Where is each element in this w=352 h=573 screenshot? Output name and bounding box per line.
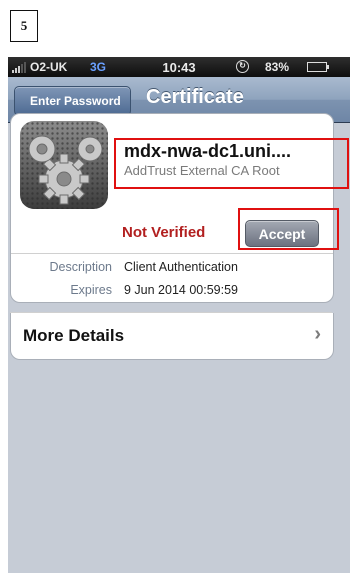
rotation-lock-icon: ↻ (236, 60, 249, 73)
step-number-badge: 5 (10, 10, 38, 42)
status-bar: O2-UK 3G 10:43 ↻ 83% (8, 57, 350, 77)
highlight-certificate-name (114, 138, 349, 189)
description-value: Client Authentication (124, 260, 238, 274)
expires-label: Expires (70, 283, 112, 297)
chevron-right-icon: › (314, 323, 321, 345)
more-details-row[interactable]: More Details › (10, 313, 334, 360)
battery-icon (307, 62, 329, 72)
highlight-accept-button (238, 208, 339, 250)
battery-percent: 83% (265, 60, 290, 74)
details-section: Description Client Authentication Expire… (10, 253, 332, 301)
page-title: Certificate (146, 86, 244, 108)
back-button[interactable]: Enter Password (14, 86, 131, 116)
more-details-label: More Details (23, 326, 125, 345)
clock: 10:43 (162, 60, 196, 75)
settings-gears-icon (20, 121, 108, 209)
verification-status: Not Verified (122, 224, 206, 241)
description-label: Description (49, 260, 112, 274)
expires-value: 9 Jun 2014 00:59:59 (124, 283, 238, 297)
